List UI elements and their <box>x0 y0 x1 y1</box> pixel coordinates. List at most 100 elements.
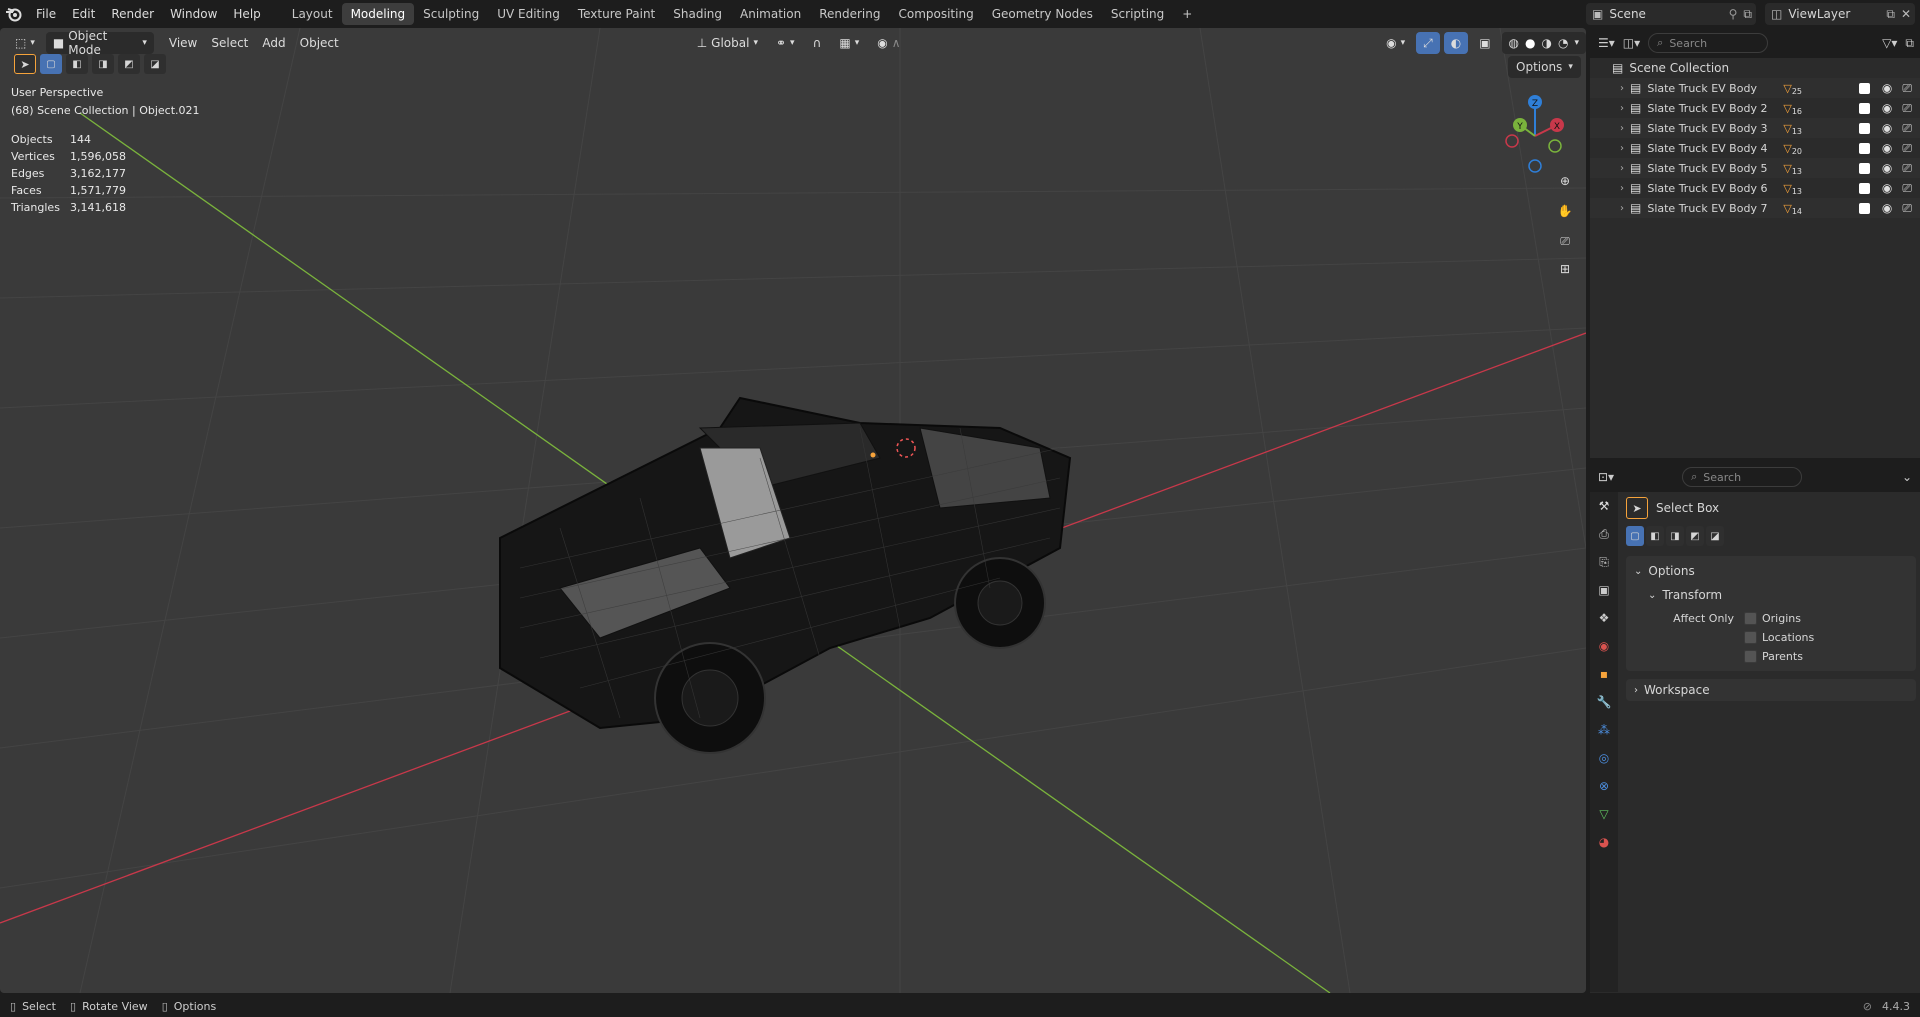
checkbox-box[interactable] <box>1744 612 1757 625</box>
camera-icon[interactable]: ⎚ <box>1902 161 1912 176</box>
menu-object[interactable]: Object <box>293 36 346 50</box>
select-box-tool[interactable]: ➤ <box>14 54 36 74</box>
options-panel-header[interactable]: ⌄ Options <box>1626 560 1916 582</box>
scene-collection-row[interactable]: ▤ Scene Collection <box>1590 58 1920 78</box>
overlays-toggle[interactable]: ◐ <box>1443 32 1469 54</box>
scene-selector[interactable]: ▣ Scene ⚲ ⧉ <box>1586 3 1756 25</box>
proportional-edit-toggle[interactable]: ◉ ∧ <box>870 32 907 54</box>
locations-checkbox[interactable]: Locations <box>1744 631 1814 644</box>
mode-selector[interactable]: ■ Object Mode ▾ <box>45 29 154 57</box>
shading-modes[interactable]: ◍ ● ◑ ◔ ▾ <box>1501 32 1586 54</box>
tab-texture-paint[interactable]: Texture Paint <box>569 3 664 25</box>
exclude-checkbox[interactable] <box>1858 82 1870 94</box>
expand-chevron-icon[interactable]: › <box>1620 123 1624 134</box>
select-intersect-button[interactable]: ◪ <box>1706 526 1724 546</box>
menu-window[interactable]: Window <box>162 0 225 28</box>
exclude-checkbox[interactable] <box>1858 102 1870 114</box>
eye-icon[interactable]: ◉ <box>1882 161 1892 175</box>
tab-modeling[interactable]: Modeling <box>341 3 415 25</box>
close-icon[interactable]: ✕ <box>1901 7 1915 21</box>
menu-render[interactable]: Render <box>103 0 162 28</box>
tab-layout[interactable]: Layout <box>283 3 342 25</box>
render-tab-icon[interactable]: ⎙ <box>1590 520 1618 548</box>
outliner-item[interactable]: › ▤ Slate Truck EV Body 2 ▽ 16 ◉ ⎚ <box>1590 98 1920 118</box>
eye-icon[interactable]: ◉ <box>1882 81 1892 95</box>
grid-toggle-icon[interactable]: ⊞ <box>1552 256 1578 282</box>
wireframe-shading-icon[interactable]: ◍ <box>1509 36 1519 50</box>
expand-chevron-icon[interactable]: › <box>1620 203 1624 214</box>
select-subtract-button[interactable]: ◨ <box>92 54 114 74</box>
world-tab-icon[interactable]: ◉ <box>1590 632 1618 660</box>
output-tab-icon[interactable]: ⎘ <box>1590 548 1618 576</box>
exclude-checkbox[interactable] <box>1858 182 1870 194</box>
select-invert-button[interactable]: ◩ <box>118 54 140 74</box>
outliner-type-icon[interactable]: ☰▾ <box>1598 36 1615 50</box>
select-new-button[interactable]: ▢ <box>40 54 62 74</box>
exclude-checkbox[interactable] <box>1858 162 1870 174</box>
menu-select[interactable]: Select <box>204 36 255 50</box>
filter-icon[interactable]: ▽▾ <box>1882 36 1897 50</box>
camera-icon[interactable]: ⎚ <box>1902 81 1912 96</box>
eye-icon[interactable]: ◉ <box>1882 141 1892 155</box>
display-mode-icon[interactable]: ◫▾ <box>1623 36 1640 50</box>
physics-tab-icon[interactable]: ◎ <box>1590 744 1618 772</box>
tab-animation[interactable]: Animation <box>731 3 810 25</box>
checkbox-box[interactable] <box>1744 650 1757 663</box>
expand-chevron-icon[interactable]: › <box>1620 143 1624 154</box>
blender-logo-icon[interactable] <box>0 0 28 28</box>
visibility-toggle[interactable]: ◉ ▾ <box>1379 32 1412 54</box>
properties-type-icon[interactable]: ⊡▾ <box>1598 470 1614 484</box>
object-tab-icon[interactable]: ▪ <box>1590 660 1618 688</box>
particles-tab-icon[interactable]: ⁂ <box>1590 716 1618 744</box>
transform-subpanel-header[interactable]: ⌄ Transform <box>1626 584 1916 606</box>
expand-chevron-icon[interactable]: › <box>1620 163 1624 174</box>
outliner-item[interactable]: › ▤ Slate Truck EV Body 7 ▽ 14 ◉ ⎚ <box>1590 198 1920 218</box>
gizmo-toggle[interactable]: ⤢ <box>1416 32 1440 54</box>
camera-icon[interactable]: ⎚ <box>1902 201 1912 216</box>
add-workspace-button[interactable]: + <box>1173 3 1201 25</box>
tab-rendering[interactable]: Rendering <box>810 3 889 25</box>
expand-chevron-icon[interactable]: › <box>1620 103 1624 114</box>
scene-tab-icon[interactable]: ❖ <box>1590 604 1618 632</box>
camera-icon[interactable]: ⎚ <box>1902 181 1912 196</box>
material-shading-icon[interactable]: ◑ <box>1542 36 1552 50</box>
eye-icon[interactable]: ◉ <box>1882 201 1892 215</box>
snap-toggle[interactable]: ∩ <box>806 32 829 54</box>
exclude-checkbox[interactable] <box>1858 142 1870 154</box>
workspace-panel[interactable]: › Workspace <box>1626 679 1916 701</box>
menu-help[interactable]: Help <box>225 0 268 28</box>
zoom-icon[interactable]: ⊕ <box>1552 168 1578 194</box>
expand-chevron-icon[interactable]: › <box>1620 83 1624 94</box>
chevron-down-icon[interactable]: ⌄ <box>1902 470 1920 484</box>
hand-pan-icon[interactable]: ✋ <box>1552 198 1578 224</box>
select-new-button[interactable]: ▢ <box>1626 526 1644 546</box>
pin-icon[interactable]: ⚲ <box>1729 7 1738 21</box>
xray-toggle[interactable]: ▣ <box>1472 32 1497 54</box>
tab-geometry-nodes[interactable]: Geometry Nodes <box>983 3 1102 25</box>
editor-type-button[interactable]: ⬚ ▾ <box>8 32 42 54</box>
camera-icon[interactable]: ⎚ <box>1902 101 1912 116</box>
menu-file[interactable]: File <box>28 0 64 28</box>
view-layer-selector[interactable]: ◫ ViewLayer ⧉ ✕ <box>1765 3 1915 25</box>
pivot-point-button[interactable]: ⚭ ▾ <box>769 32 802 54</box>
outliner-item[interactable]: › ▤ Slate Truck EV Body 3 ▽ 13 ◉ ⎚ <box>1590 118 1920 138</box>
transform-orientation-selector[interactable]: ⊥ Global ▾ <box>690 32 765 54</box>
menu-edit[interactable]: Edit <box>64 0 103 28</box>
constraints-tab-icon[interactable]: ⊗ <box>1590 772 1618 800</box>
material-tab-icon[interactable]: ◕ <box>1590 828 1618 856</box>
tool-tab-icon[interactable]: ⚒ <box>1590 492 1618 520</box>
outliner-item[interactable]: › ▤ Slate Truck EV Body 4 ▽ 20 ◉ ⎚ <box>1590 138 1920 158</box>
3d-viewport[interactable]: ⬚ ▾ ■ Object Mode ▾ View Select Add Objec… <box>0 28 1586 993</box>
outliner-item[interactable]: › ▤ Slate Truck EV Body ▽ 25 ◉ ⎚ <box>1590 78 1920 98</box>
parents-checkbox[interactable]: Parents <box>1744 650 1814 663</box>
navigation-gizmo[interactable]: Z X Y <box>1500 88 1580 178</box>
tab-shading[interactable]: Shading <box>664 3 731 25</box>
camera-icon[interactable]: ⎚ <box>1552 228 1578 254</box>
tab-scripting[interactable]: Scripting <box>1102 3 1173 25</box>
outliner-search-input[interactable]: ⌕ Search <box>1648 33 1769 53</box>
menu-add[interactable]: Add <box>255 36 292 50</box>
view-layer-tab-icon[interactable]: ▣ <box>1590 576 1618 604</box>
rendered-shading-icon[interactable]: ◔ <box>1558 36 1568 50</box>
menu-view[interactable]: View <box>162 36 204 50</box>
select-intersect-button[interactable]: ◪ <box>144 54 166 74</box>
